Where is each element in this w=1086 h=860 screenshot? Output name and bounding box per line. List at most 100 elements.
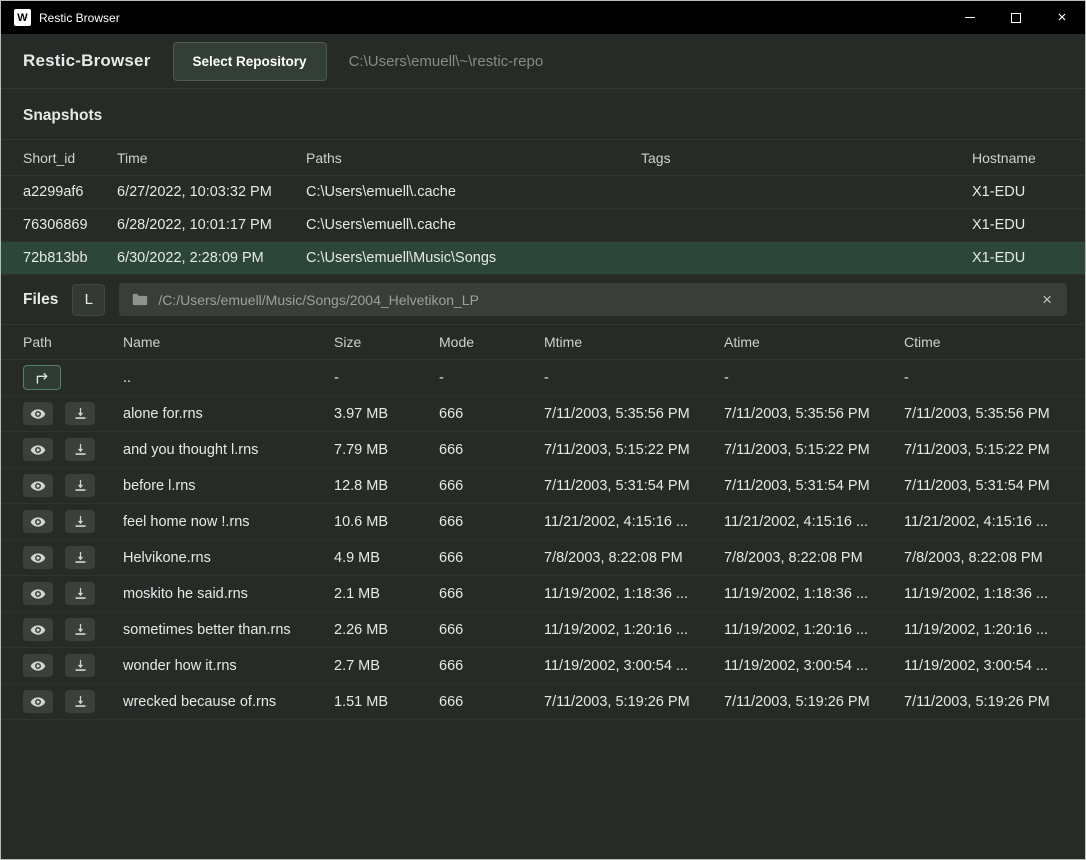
snapshots-col-time: Time bbox=[117, 150, 306, 166]
app-window: W Restic Browser × Restic-Browser Select… bbox=[0, 0, 1086, 860]
download-file-button[interactable] bbox=[65, 654, 95, 677]
file-mode: 666 bbox=[439, 514, 544, 530]
parent-dir-ctime: - bbox=[904, 370, 1067, 386]
files-col-mode: Mode bbox=[439, 334, 544, 350]
eye-icon bbox=[30, 622, 46, 638]
file-mode: 666 bbox=[439, 622, 544, 638]
file-size: 1.51 MB bbox=[334, 694, 439, 710]
preview-file-button[interactable] bbox=[23, 474, 53, 497]
download-file-button[interactable] bbox=[65, 438, 95, 461]
file-name[interactable]: wonder how it.rns bbox=[123, 658, 334, 674]
file-ctime: 11/19/2002, 1:20:16 ... bbox=[904, 622, 1067, 638]
preview-file-button[interactable] bbox=[23, 546, 53, 569]
preview-file-button[interactable] bbox=[23, 510, 53, 533]
snapshots-table-header: Short_id Time Paths Tags Hostname bbox=[1, 139, 1085, 176]
current-path-input[interactable]: /C:/Users/emuell/Music/Songs/2004_Helvet… bbox=[119, 283, 1067, 316]
file-row: wrecked because of.rns 1.51 MB 666 7/11/… bbox=[1, 684, 1085, 720]
download-icon bbox=[73, 442, 88, 457]
file-ctime: 7/11/2003, 5:35:56 PM bbox=[904, 406, 1067, 422]
snapshots-col-paths: Paths bbox=[306, 150, 641, 166]
download-file-button[interactable] bbox=[65, 402, 95, 425]
go-to-parent-button[interactable] bbox=[23, 365, 61, 390]
file-name[interactable]: moskito he said.rns bbox=[123, 586, 334, 602]
preview-file-button[interactable] bbox=[23, 582, 53, 605]
file-mode: 666 bbox=[439, 550, 544, 566]
file-row: Helvikone.rns 4.9 MB 666 7/8/2003, 8:22:… bbox=[1, 540, 1085, 576]
files-table-body: .. - - - - - alone for.rns 3.97 MB 666 bbox=[1, 360, 1085, 720]
file-ctime: 7/11/2003, 5:31:54 PM bbox=[904, 478, 1067, 494]
snapshot-short-id: 72b813bb bbox=[23, 250, 117, 266]
file-name[interactable]: before l.rns bbox=[123, 478, 334, 494]
file-name[interactable]: wrecked because of.rns bbox=[123, 694, 334, 710]
eye-icon bbox=[30, 442, 46, 458]
snapshot-row[interactable]: 72b813bb 6/30/2022, 2:28:09 PM C:\Users\… bbox=[1, 242, 1085, 275]
file-name[interactable]: sometimes better than.rns bbox=[123, 622, 334, 638]
download-file-button[interactable] bbox=[65, 582, 95, 605]
download-file-button[interactable] bbox=[65, 546, 95, 569]
file-name[interactable]: and you thought l.rns bbox=[123, 442, 334, 458]
tree-mode-icon: L bbox=[85, 291, 93, 308]
eye-icon bbox=[30, 658, 46, 674]
file-name[interactable]: alone for.rns bbox=[123, 406, 334, 422]
close-button[interactable]: × bbox=[1039, 1, 1085, 34]
download-icon bbox=[73, 586, 88, 601]
eye-icon bbox=[30, 478, 46, 494]
snapshot-row[interactable]: 76306869 6/28/2022, 10:01:17 PM C:\Users… bbox=[1, 209, 1085, 242]
file-size: 12.8 MB bbox=[334, 478, 439, 494]
file-mtime: 7/11/2003, 5:19:26 PM bbox=[544, 694, 724, 710]
file-mode: 666 bbox=[439, 406, 544, 422]
repository-path-text: C:\Users\emuell\~\restic-repo bbox=[349, 53, 544, 70]
download-file-button[interactable] bbox=[65, 510, 95, 533]
download-icon bbox=[73, 694, 88, 709]
file-atime: 7/11/2003, 5:31:54 PM bbox=[724, 478, 904, 494]
snapshot-hostname: X1-EDU bbox=[972, 184, 1067, 200]
file-ctime: 7/11/2003, 5:15:22 PM bbox=[904, 442, 1067, 458]
snapshot-hostname: X1-EDU bbox=[972, 250, 1067, 266]
file-mtime: 7/11/2003, 5:31:54 PM bbox=[544, 478, 724, 494]
app-header: Restic-Browser Select Repository C:\User… bbox=[1, 34, 1085, 89]
files-col-mtime: Mtime bbox=[544, 334, 724, 350]
file-row: wonder how it.rns 2.7 MB 666 11/19/2002,… bbox=[1, 648, 1085, 684]
parent-dir-name[interactable]: .. bbox=[123, 370, 334, 386]
select-repository-button[interactable]: Select Repository bbox=[173, 42, 327, 81]
file-size: 2.1 MB bbox=[334, 586, 439, 602]
eye-icon bbox=[30, 514, 46, 530]
preview-file-button[interactable] bbox=[23, 402, 53, 425]
snapshot-paths: C:\Users\emuell\.cache bbox=[306, 217, 641, 233]
file-atime: 7/11/2003, 5:35:56 PM bbox=[724, 406, 904, 422]
preview-file-button[interactable] bbox=[23, 618, 53, 641]
maximize-button[interactable] bbox=[993, 1, 1039, 34]
file-atime: 11/21/2002, 4:15:16 ... bbox=[724, 514, 904, 530]
file-row: alone for.rns 3.97 MB 666 7/11/2003, 5:3… bbox=[1, 396, 1085, 432]
download-file-button[interactable] bbox=[65, 618, 95, 641]
file-name[interactable]: feel home now !.rns bbox=[123, 514, 334, 530]
parent-dir-atime: - bbox=[724, 370, 904, 386]
files-col-path: Path bbox=[23, 334, 123, 350]
download-file-button[interactable] bbox=[65, 690, 95, 713]
close-icon: × bbox=[1058, 9, 1067, 26]
file-mode: 666 bbox=[439, 478, 544, 494]
preview-file-button[interactable] bbox=[23, 654, 53, 677]
snapshots-col-short-id: Short_id bbox=[23, 150, 117, 166]
folder-icon bbox=[132, 293, 148, 306]
snapshot-row[interactable]: a2299af6 6/27/2022, 10:03:32 PM C:\Users… bbox=[1, 176, 1085, 209]
files-toolbar: Files L /C:/Users/emuell/Music/Songs/200… bbox=[1, 275, 1085, 324]
preview-file-button[interactable] bbox=[23, 438, 53, 461]
preview-file-button[interactable] bbox=[23, 690, 53, 713]
clear-path-button[interactable]: × bbox=[1040, 291, 1054, 308]
minimize-button[interactable] bbox=[947, 1, 993, 34]
file-size: 7.79 MB bbox=[334, 442, 439, 458]
file-size: 3.97 MB bbox=[334, 406, 439, 422]
file-mtime: 7/11/2003, 5:15:22 PM bbox=[544, 442, 724, 458]
file-name[interactable]: Helvikone.rns bbox=[123, 550, 334, 566]
titlebar: W Restic Browser × bbox=[1, 1, 1085, 34]
download-icon bbox=[73, 514, 88, 529]
file-ctime: 11/19/2002, 1:18:36 ... bbox=[904, 586, 1067, 602]
download-file-button[interactable] bbox=[65, 474, 95, 497]
current-path-text: /C:/Users/emuell/Music/Songs/2004_Helvet… bbox=[158, 292, 1030, 308]
window-title: Restic Browser bbox=[39, 11, 120, 25]
download-icon bbox=[73, 406, 88, 421]
tree-mode-button[interactable]: L bbox=[72, 284, 105, 316]
file-ctime: 7/8/2003, 8:22:08 PM bbox=[904, 550, 1067, 566]
files-col-size: Size bbox=[334, 334, 439, 350]
